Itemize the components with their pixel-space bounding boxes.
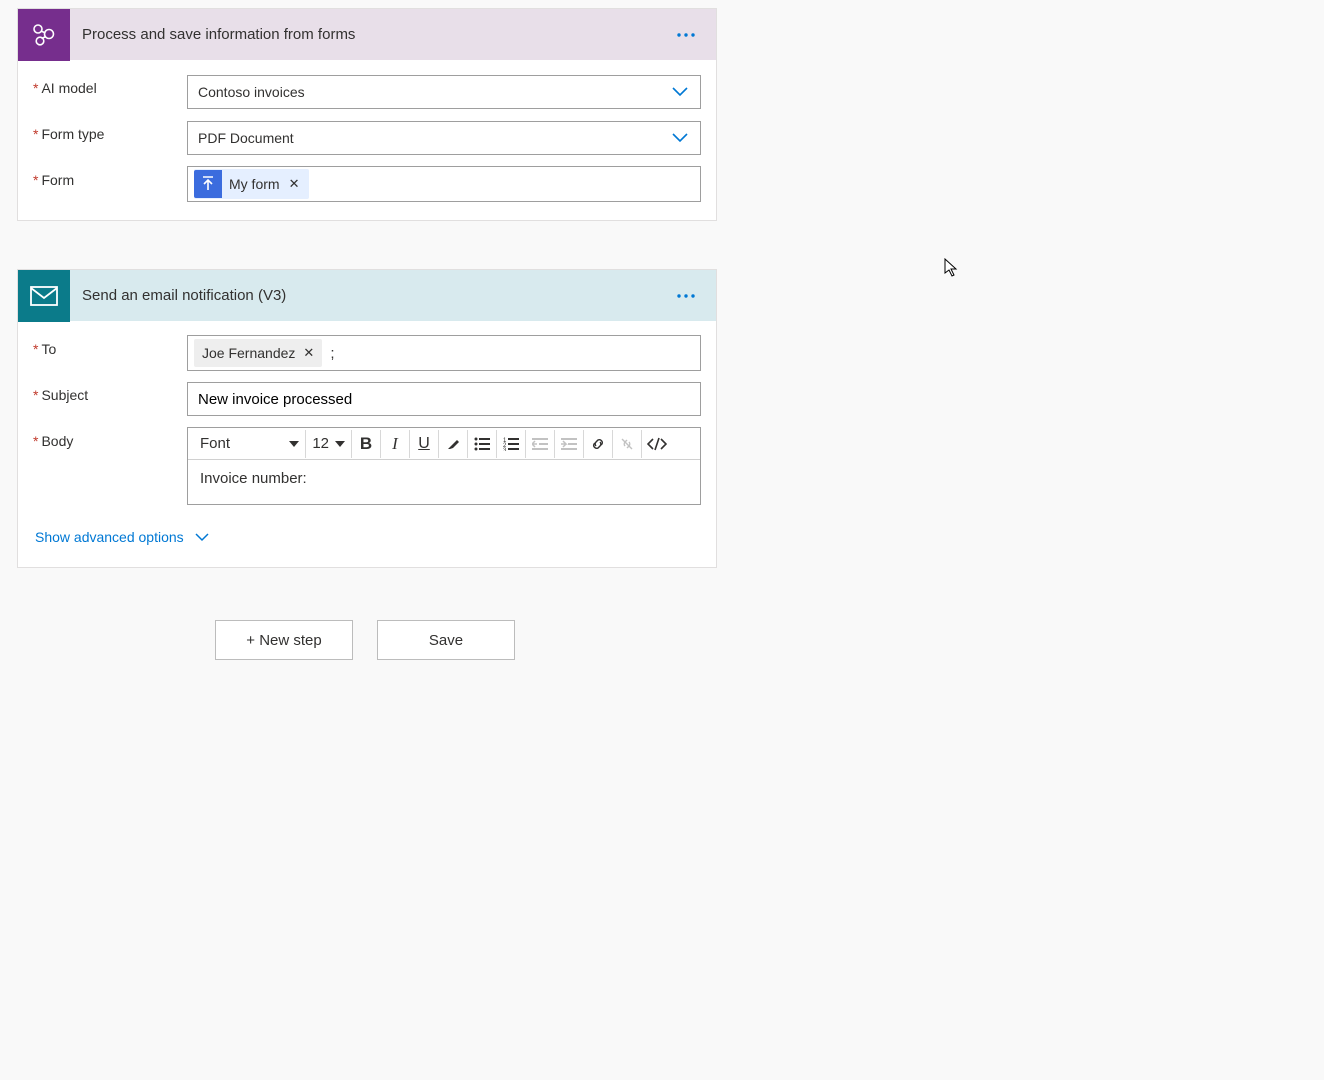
chevron-down-icon xyxy=(194,532,210,542)
form-token-label: My form xyxy=(229,176,280,192)
outdent-button[interactable] xyxy=(526,430,555,458)
form-type-select[interactable]: PDF Document xyxy=(187,121,701,155)
chevron-down-icon xyxy=(670,132,690,144)
email-icon xyxy=(18,270,70,322)
subject-label: *Subject xyxy=(33,381,187,403)
form-type-label: *Form type xyxy=(33,120,187,142)
step-ai-header[interactable]: Process and save information from forms xyxy=(18,8,716,60)
italic-button[interactable]: I xyxy=(381,430,410,458)
editor-toolbar: Font 12 B I U xyxy=(188,428,700,460)
ol-icon: 123 xyxy=(503,437,519,451)
caret-down-icon xyxy=(335,441,345,447)
font-select[interactable]: Font xyxy=(194,430,306,458)
subject-input[interactable] xyxy=(187,382,701,416)
code-icon xyxy=(647,437,667,451)
svg-text:3: 3 xyxy=(503,448,507,451)
link-icon xyxy=(590,436,606,452)
step-ai-title: Process and save information from forms xyxy=(70,26,674,43)
step-email-more-button[interactable] xyxy=(674,289,698,303)
outdent-icon xyxy=(532,437,548,451)
to-token: Joe Fernandez ✕ xyxy=(194,339,322,367)
to-label: *To xyxy=(33,335,187,357)
unordered-list-button[interactable] xyxy=(468,430,497,458)
to-token-label: Joe Fernandez xyxy=(202,345,295,361)
ellipsis-icon xyxy=(676,293,696,299)
body-content[interactable]: Invoice number: xyxy=(188,460,700,504)
indent-icon xyxy=(561,437,577,451)
step-email-title: Send an email notification (V3) xyxy=(70,287,674,304)
ordered-list-button[interactable]: 123 xyxy=(497,430,526,458)
to-token-remove[interactable]: ✕ xyxy=(303,345,314,361)
caret-down-icon xyxy=(289,441,299,447)
form-type-value: PDF Document xyxy=(198,130,294,146)
indent-button[interactable] xyxy=(555,430,584,458)
step-email-header[interactable]: Send an email notification (V3) xyxy=(18,269,716,321)
ellipsis-icon xyxy=(676,32,696,38)
bold-button[interactable]: B xyxy=(352,430,381,458)
form-token: My form ✕ xyxy=(194,169,309,199)
to-suffix: ; xyxy=(328,345,334,362)
link-button[interactable] xyxy=(584,430,613,458)
highlight-button[interactable] xyxy=(439,430,468,458)
attachment-icon xyxy=(194,170,222,198)
new-step-button[interactable]: + New step xyxy=(215,620,353,660)
step-ai-more-button[interactable] xyxy=(674,28,698,42)
highlight-icon xyxy=(445,436,461,452)
ai-model-value: Contoso invoices xyxy=(198,84,305,100)
chevron-down-icon xyxy=(670,86,690,98)
save-button[interactable]: Save xyxy=(377,620,515,660)
ai-icon xyxy=(18,9,70,61)
underline-button[interactable]: U xyxy=(410,430,439,458)
body-label: *Body xyxy=(33,427,187,449)
form-token-input[interactable]: My form ✕ xyxy=(187,166,701,202)
form-label: *Form xyxy=(33,166,187,188)
step-ai-card: Process and save information from forms … xyxy=(17,8,717,221)
to-input[interactable]: Joe Fernandez ✕ ; xyxy=(187,335,701,371)
show-advanced-options[interactable]: Show advanced options xyxy=(33,515,212,549)
ai-model-label: *AI model xyxy=(33,74,187,96)
step-email-card: Send an email notification (V3) *To Joe … xyxy=(17,269,717,568)
unlink-icon xyxy=(619,436,635,452)
code-view-button[interactable] xyxy=(642,430,671,458)
ai-model-select[interactable]: Contoso invoices xyxy=(187,75,701,109)
unlink-button[interactable] xyxy=(613,430,642,458)
font-size-select[interactable]: 12 xyxy=(306,430,352,458)
form-token-remove[interactable]: ✕ xyxy=(287,176,302,192)
ul-icon xyxy=(474,437,490,451)
body-editor: Font 12 B I U xyxy=(187,427,701,505)
